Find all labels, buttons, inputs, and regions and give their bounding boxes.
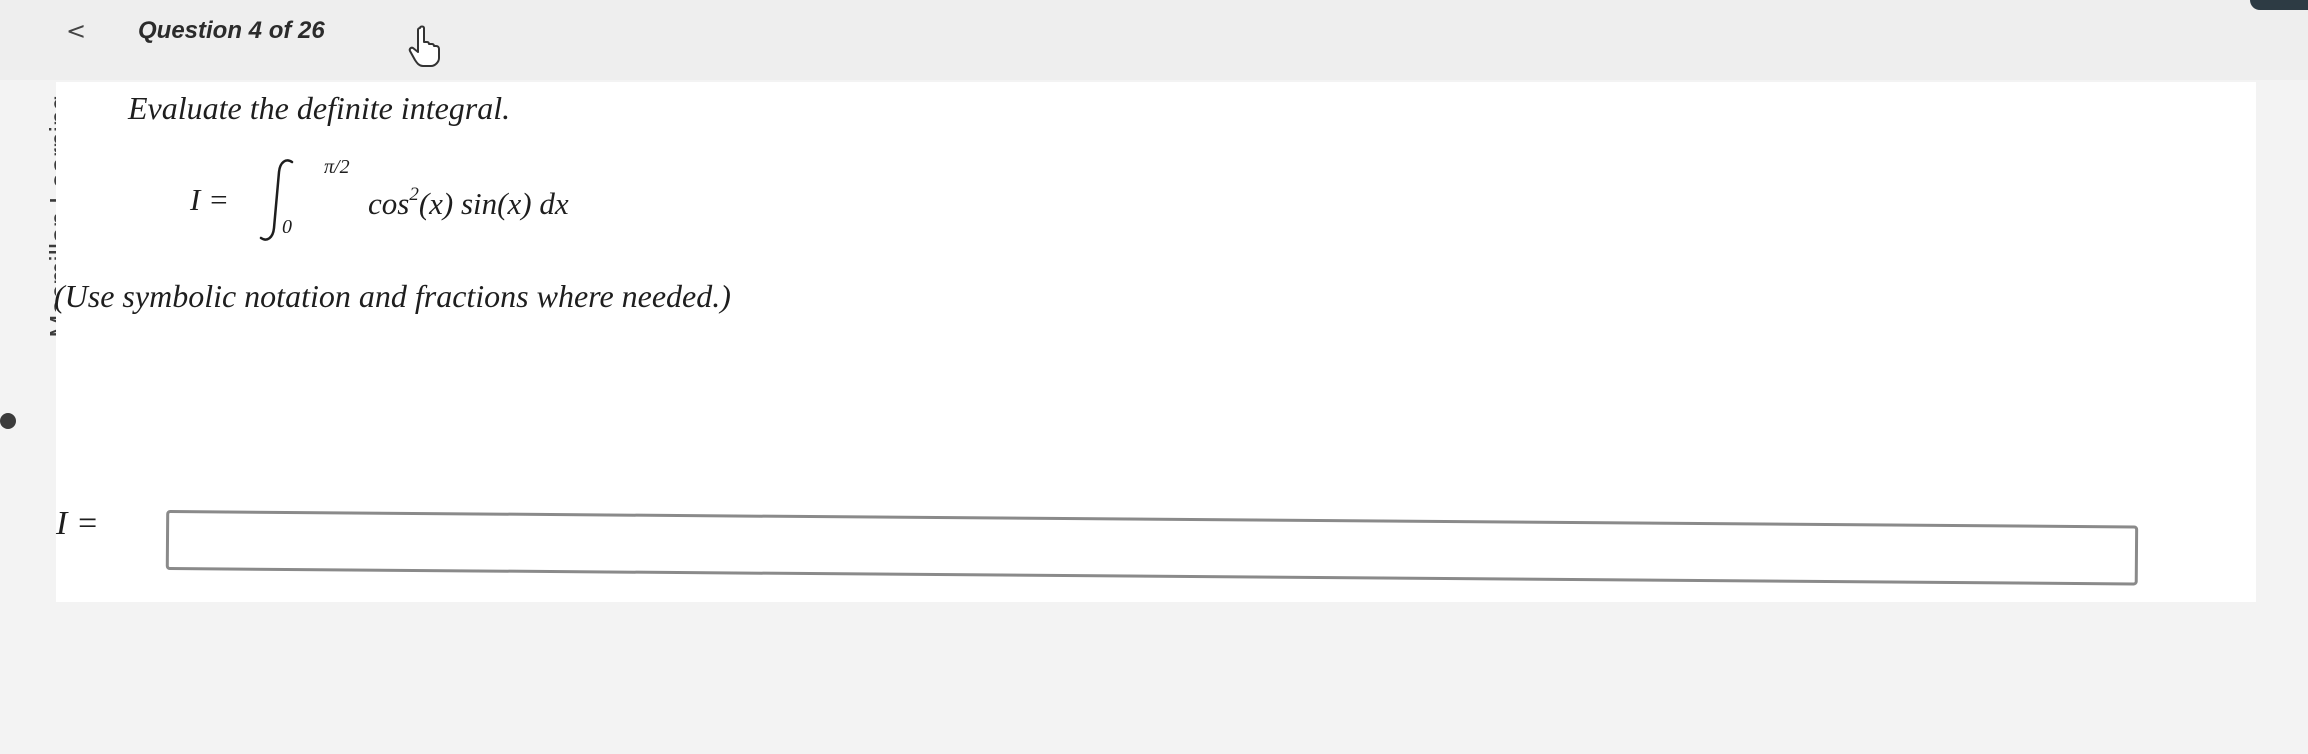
top-bar: < Question 4 of 26 [0, 0, 2308, 80]
lower-limit: 0 [282, 216, 292, 238]
question-counter: Question 4 of 26 [138, 17, 325, 44]
integral-formula: I = π/2 0 cos2(x) sin(x) dx [190, 150, 710, 250]
integrand-cos: cos [368, 186, 410, 221]
formula-lhs: I = [190, 182, 229, 217]
hand-pointer-icon [408, 25, 440, 67]
question-prompt: Evaluate the definite integral. [128, 90, 511, 126]
integral-sign-icon [259, 159, 294, 241]
integrand-rest: (x) sin(x) dx [418, 186, 569, 221]
integrand: cos2(x) sin(x) dx [368, 184, 569, 224]
answer-label: I = [56, 505, 99, 542]
copyright-icon [0, 413, 16, 429]
corner-button[interactable] [2250, 0, 2308, 10]
instruction-text: (Use symbolic notation and fractions whe… [54, 278, 731, 314]
integrand-exponent: 2 [409, 184, 419, 205]
upper-limit: π/2 [324, 156, 350, 178]
back-chevron-icon[interactable]: < [66, 14, 94, 48]
